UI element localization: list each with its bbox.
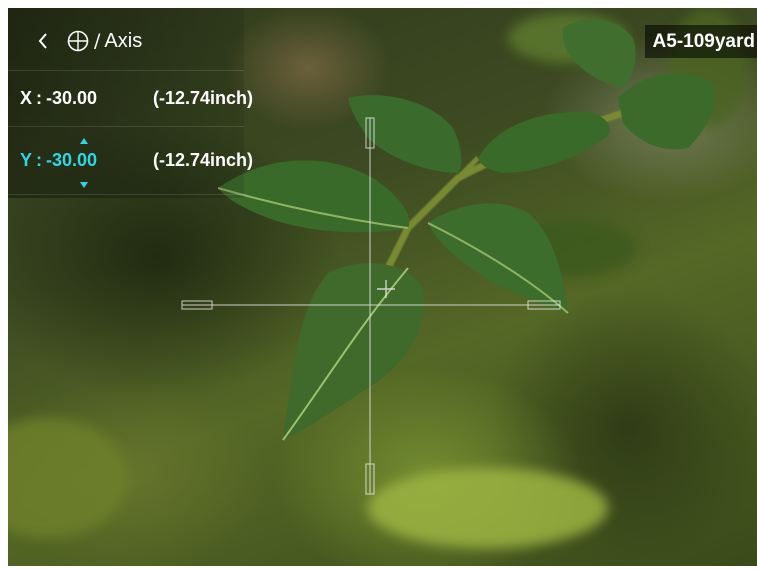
scope-view: / Axis X : -30.00 (-12.74inch) Y : -30.0… xyxy=(8,8,757,566)
reticle-crosshair xyxy=(181,117,561,495)
